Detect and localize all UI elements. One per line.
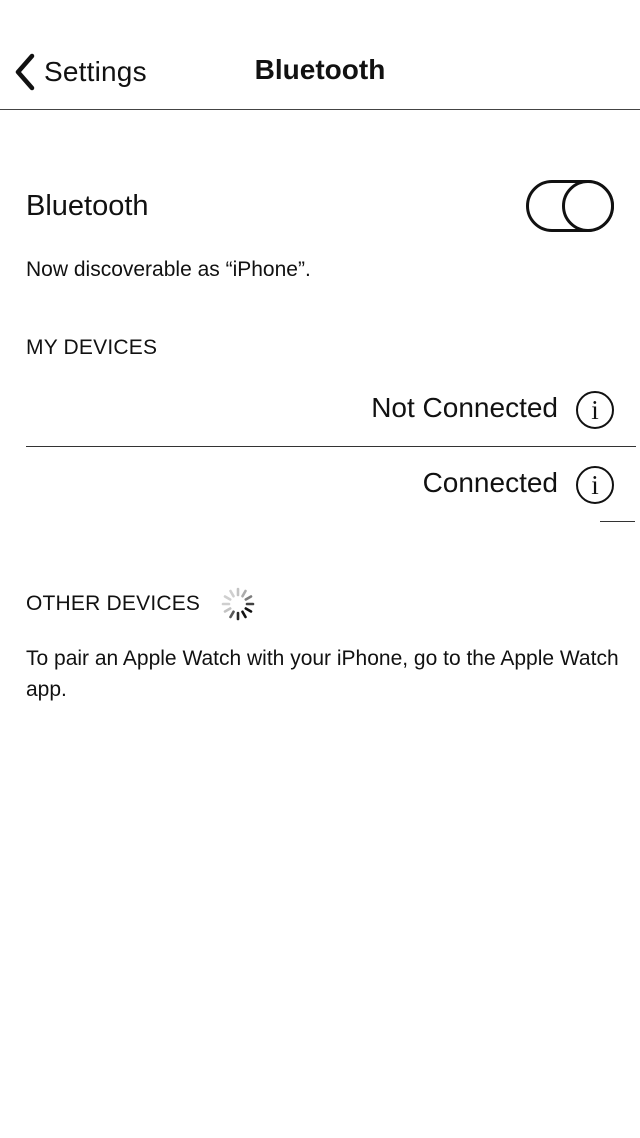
info-icon[interactable]: i bbox=[576, 391, 614, 429]
other-devices-header: OTHER DEVICES bbox=[26, 592, 201, 615]
row-divider bbox=[26, 446, 636, 447]
device-status: Connected bbox=[422, 467, 558, 498]
section-divider bbox=[600, 521, 635, 522]
device-row[interactable]: Not Connected i bbox=[26, 374, 640, 448]
device-status: Not Connected bbox=[371, 392, 558, 423]
apple-watch-pairing-note: To pair an Apple Watch with your iPhone,… bbox=[26, 647, 619, 701]
toggle-knob bbox=[562, 180, 614, 232]
bluetooth-toggle[interactable] bbox=[526, 180, 614, 232]
page-title: Bluetooth bbox=[254, 54, 386, 85]
info-icon[interactable]: i bbox=[576, 466, 614, 504]
bluetooth-toggle-row: Bluetooth bbox=[0, 170, 640, 246]
loading-spinner-icon bbox=[221, 587, 255, 621]
my-devices-header: MY DEVICES bbox=[26, 336, 158, 359]
navigation-bar: Settings Bluetooth bbox=[0, 0, 640, 110]
bluetooth-label: Bluetooth bbox=[26, 190, 149, 222]
device-row[interactable]: Connected i bbox=[26, 449, 640, 523]
discoverable-text: Now discoverable as “iPhone”. bbox=[26, 258, 311, 281]
